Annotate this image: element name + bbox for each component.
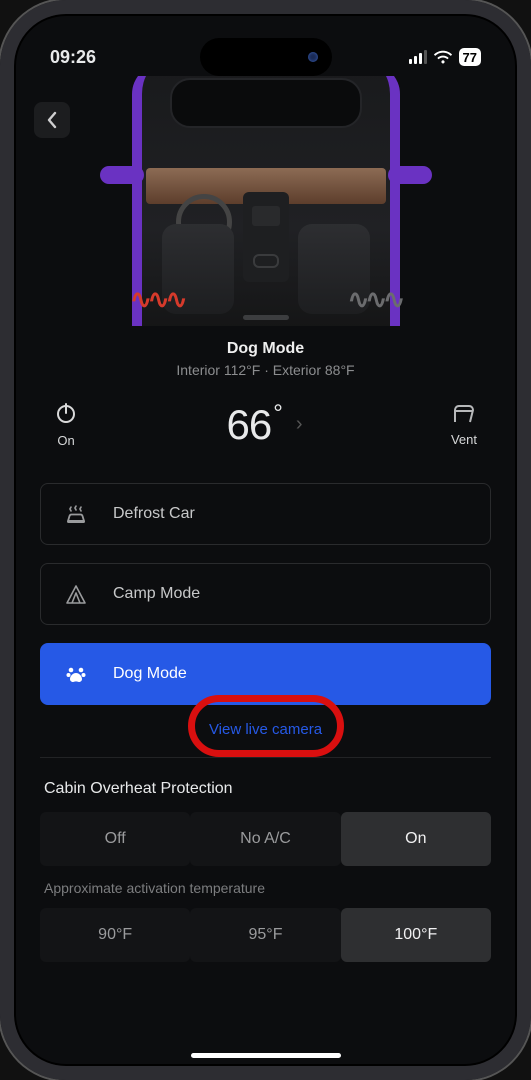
activation-option-90[interactable]: 90°F: [40, 908, 190, 962]
activation-option-95[interactable]: 95°F: [190, 908, 340, 962]
sheet-grabber[interactable]: [243, 315, 289, 320]
dynamic-island: [200, 38, 332, 76]
car-visual: ∿∿∿ ∿∿∿: [14, 76, 517, 326]
overheat-segmented-control: Off No A/C On: [40, 812, 491, 866]
view-live-camera-link[interactable]: View live camera: [209, 721, 322, 738]
defrost-car-button[interactable]: Defrost Car: [40, 483, 491, 545]
activation-option-100[interactable]: 100°F: [341, 908, 491, 962]
overheat-section-title: Cabin Overheat Protection: [14, 758, 517, 812]
status-time: 09:26: [50, 47, 96, 68]
mode-title: Dog Mode: [14, 340, 517, 358]
overheat-option-noac[interactable]: No A/C: [190, 812, 340, 866]
overheat-option-on[interactable]: On: [341, 812, 491, 866]
driver-seat-heat-icon: ∿∿∿: [130, 284, 183, 315]
vent-icon: [452, 402, 476, 424]
mode-label: Dog Mode: [113, 665, 187, 683]
temperature-setpoint[interactable]: 66° ›: [226, 400, 302, 449]
cellular-signal-icon: [409, 50, 427, 64]
passenger-seat-heat-icon: ∿∿∿: [348, 284, 401, 315]
mode-label: Camp Mode: [113, 585, 200, 603]
power-toggle[interactable]: On: [54, 401, 78, 448]
vent-label: Vent: [451, 432, 477, 447]
overheat-option-off[interactable]: Off: [40, 812, 190, 866]
temperature-readout: Interior 112°F · Exterior 88°F: [14, 362, 517, 378]
power-label: On: [57, 433, 74, 448]
activation-temp-label: Approximate activation temperature: [14, 866, 517, 908]
home-indicator[interactable]: [191, 1053, 341, 1058]
defrost-icon: [65, 503, 87, 525]
power-icon: [54, 401, 78, 425]
mode-label: Defrost Car: [113, 505, 195, 523]
battery-indicator: 77: [459, 48, 481, 66]
paw-icon: [65, 663, 87, 685]
activation-temp-segmented-control: 90°F 95°F 100°F: [40, 908, 491, 962]
wifi-icon: [433, 50, 453, 65]
back-button[interactable]: [34, 102, 70, 138]
vent-toggle[interactable]: Vent: [451, 402, 477, 447]
chevron-right-icon: ›: [296, 413, 303, 436]
camp-mode-button[interactable]: Camp Mode: [40, 563, 491, 625]
tent-icon: [65, 583, 87, 605]
